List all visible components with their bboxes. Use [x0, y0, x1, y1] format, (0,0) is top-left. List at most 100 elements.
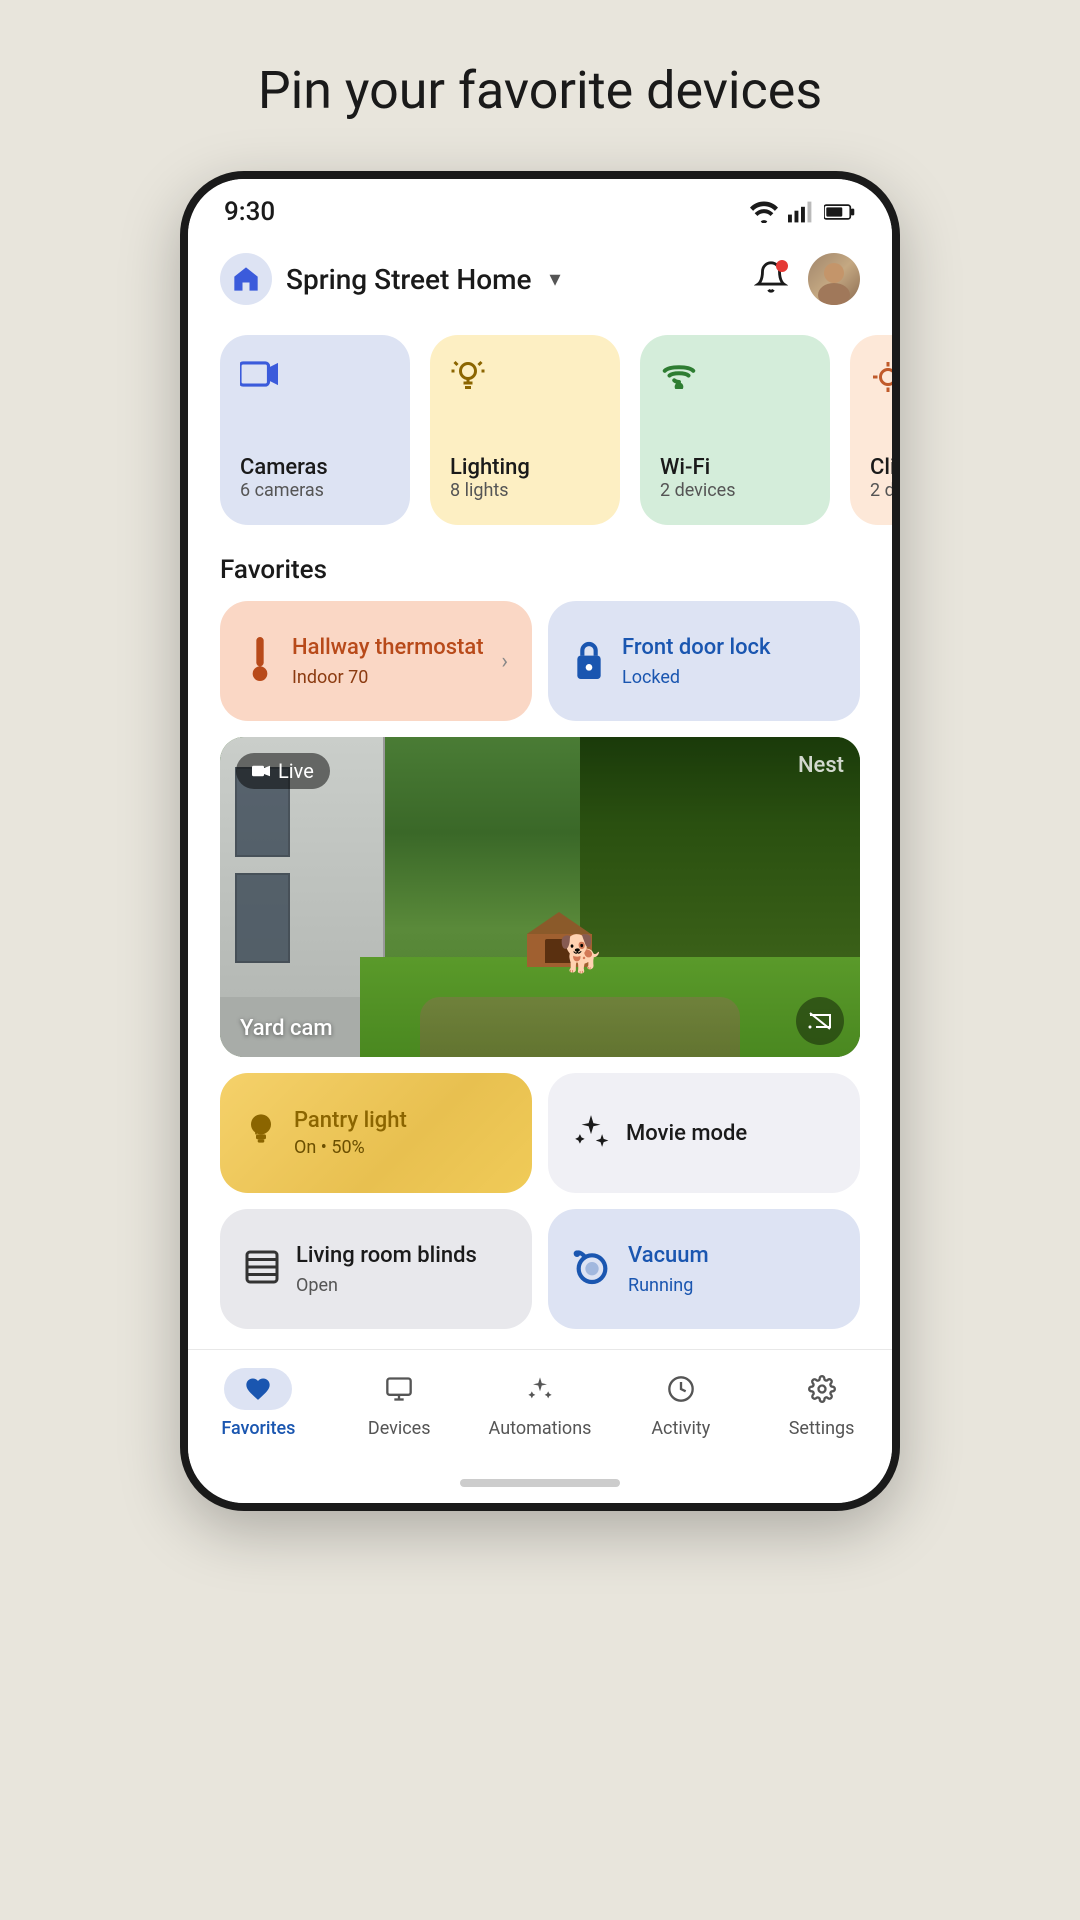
lighting-name: Lighting	[450, 455, 600, 480]
lower-row: Pantry light On • 50% Movie mode	[188, 1073, 892, 1209]
extra-name: Climate	[870, 455, 892, 480]
activity-nav-icon	[667, 1375, 695, 1403]
notification-dot	[776, 260, 788, 272]
vacuum-sub: Running	[628, 1275, 709, 1296]
vacuum-icon	[572, 1247, 612, 1291]
app-header: Spring Street Home ▾	[188, 237, 892, 325]
favorite-frontdoor-card[interactable]: Front door lock Locked	[548, 601, 860, 721]
live-badge: Live	[236, 753, 330, 789]
home-name: Spring Street Home	[286, 263, 531, 296]
category-card-wifi[interactable]: Wi-Fi 2 devices	[640, 335, 830, 525]
home-icon	[232, 265, 260, 293]
lighting-icon	[450, 359, 600, 399]
cameras-icon	[240, 359, 390, 393]
bell-container[interactable]	[754, 260, 788, 298]
camera-feed[interactable]: 🐕 Live Nest Yard cam	[220, 737, 860, 1057]
pantry-title: Pantry light	[294, 1108, 407, 1133]
home-bar	[460, 1479, 620, 1487]
wifi-icon	[660, 359, 810, 393]
vacuum-text: Vacuum Running	[628, 1242, 709, 1296]
dog: 🐕	[559, 933, 604, 975]
nav-item-settings[interactable]: Settings	[751, 1368, 892, 1439]
thermostat-sub: Indoor 70	[292, 667, 485, 688]
movie-text: Movie mode	[626, 1121, 747, 1146]
live-text: Live	[278, 759, 314, 783]
home-selector[interactable]: Spring Street Home ▾	[220, 253, 561, 305]
camera-icon	[252, 764, 270, 778]
pantry-light-card[interactable]: Pantry light On • 50%	[220, 1073, 532, 1193]
blinds-text: Living room blinds Open	[296, 1242, 477, 1296]
favorites-label: Favorites	[188, 545, 892, 601]
nest-badge: Nest	[798, 753, 844, 778]
category-card-cameras[interactable]: Cameras 6 cameras	[220, 335, 410, 525]
phone-home-indicator	[188, 1469, 892, 1503]
bulb-icon	[244, 1111, 278, 1155]
nav-automations-label: Automations	[489, 1418, 592, 1439]
wifi-name: Wi-Fi	[660, 455, 810, 480]
nav-activity-bg	[647, 1368, 715, 1410]
camera-scene: 🐕 Live Nest Yard cam	[220, 737, 860, 1057]
status-time: 9:30	[224, 197, 275, 227]
header-actions	[754, 253, 860, 305]
nav-settings-label: Settings	[789, 1418, 855, 1439]
extra-sub: 2 devices	[870, 480, 892, 501]
devices-nav-icon	[385, 1375, 413, 1403]
nav-favorites-bg	[224, 1368, 292, 1410]
third-row: Living room blinds Open Vacuum Running	[188, 1209, 892, 1349]
nav-item-automations[interactable]: Automations	[470, 1368, 611, 1439]
lock-icon	[572, 639, 606, 683]
thermostat-text: Hallway thermostat Indoor 70	[292, 634, 485, 688]
vacuum-title: Vacuum	[628, 1242, 709, 1271]
thermostat-icon	[244, 637, 276, 685]
categories-scroll[interactable]: Cameras 6 cameras Lighting	[188, 325, 892, 545]
yard-cam-label: Yard cam	[240, 1016, 333, 1041]
bottom-nav: Favorites Devices Automation	[188, 1349, 892, 1469]
nav-item-favorites[interactable]: Favorites	[188, 1368, 329, 1439]
nav-item-devices[interactable]: Devices	[329, 1368, 470, 1439]
settings-nav-icon	[808, 1375, 836, 1403]
favorites-nav-icon	[244, 1375, 272, 1403]
no-cast-icon[interactable]	[796, 997, 844, 1045]
cameras-sub: 6 cameras	[240, 480, 390, 501]
favorites-row: Hallway thermostat Indoor 70 › Front doo…	[188, 601, 892, 737]
signal-icon	[788, 201, 814, 223]
home-icon-bg	[220, 253, 272, 305]
battery-icon	[824, 203, 856, 221]
pantry-sub: On • 50%	[294, 1137, 407, 1158]
blinds-title: Living room blinds	[296, 1242, 477, 1271]
frontdoor-text: Front door lock Locked	[622, 634, 836, 688]
nav-item-activity[interactable]: Activity	[610, 1368, 751, 1439]
vacuum-card[interactable]: Vacuum Running	[548, 1209, 860, 1329]
nav-activity-label: Activity	[651, 1418, 710, 1439]
favorite-thermostat-card[interactable]: Hallway thermostat Indoor 70 ›	[220, 601, 532, 721]
nav-automations-bg	[506, 1368, 574, 1410]
category-card-lighting[interactable]: Lighting 8 lights	[430, 335, 620, 525]
thermostat-title: Hallway thermostat	[292, 634, 485, 663]
cameras-name: Cameras	[240, 455, 390, 480]
wifi-status-icon	[750, 201, 778, 223]
sparkles-icon	[572, 1112, 610, 1154]
automations-nav-icon	[526, 1375, 554, 1403]
movie-mode-card[interactable]: Movie mode	[548, 1073, 860, 1193]
status-bar: 9:30	[188, 179, 892, 237]
blinds-icon	[244, 1249, 280, 1289]
wifi-sub: 2 devices	[660, 480, 810, 501]
category-card-extra[interactable]: Climate 2 devices	[850, 335, 892, 525]
status-icons	[750, 201, 856, 223]
lighting-sub: 8 lights	[450, 480, 600, 501]
page-title: Pin your favorite devices	[258, 60, 822, 121]
avatar[interactable]	[808, 253, 860, 305]
pantry-text: Pantry light On • 50%	[294, 1108, 407, 1158]
movie-title: Movie mode	[626, 1121, 747, 1146]
blinds-card[interactable]: Living room blinds Open	[220, 1209, 532, 1329]
frontdoor-sub: Locked	[622, 667, 836, 688]
nav-devices-label: Devices	[368, 1418, 431, 1439]
climate-icon	[870, 359, 892, 399]
frontdoor-title: Front door lock	[622, 634, 836, 663]
avatar-image	[808, 253, 860, 305]
nav-favorites-label: Favorites	[221, 1418, 295, 1439]
phone-shell: 9:30	[180, 171, 900, 1511]
blinds-sub: Open	[296, 1275, 477, 1296]
nav-devices-bg	[365, 1368, 433, 1410]
chevron-right-icon: ›	[501, 649, 508, 674]
